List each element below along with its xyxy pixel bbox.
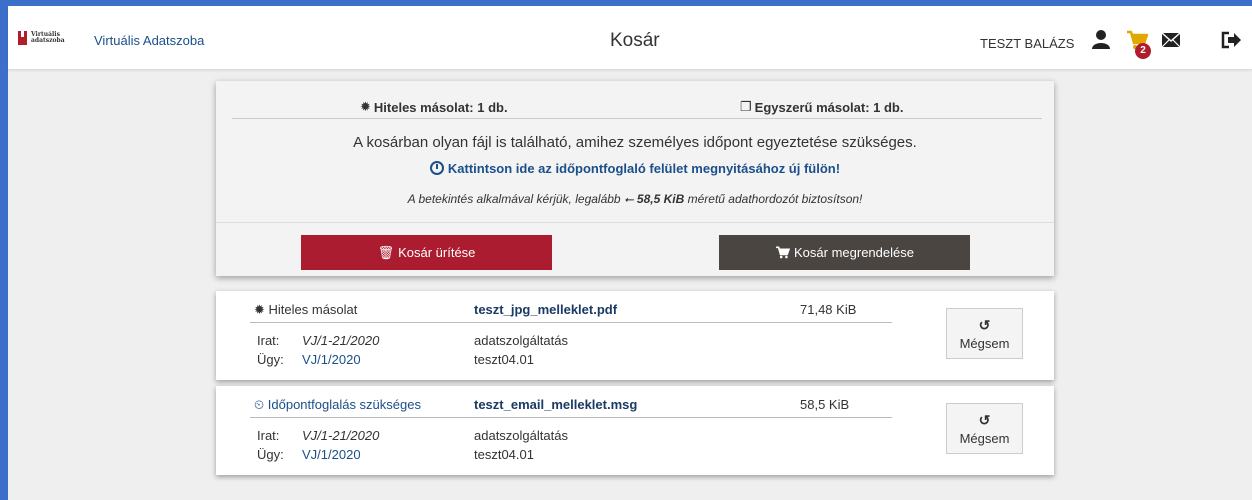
seal-icon: ✹: [360, 99, 371, 114]
item-description: adatszolgáltatás: [474, 333, 568, 348]
ugy-link[interactable]: VJ/1/2020: [302, 352, 361, 367]
irat-label: Irat:: [257, 333, 280, 348]
trash-icon: 🗑: [377, 244, 395, 260]
clock-icon: [429, 161, 444, 175]
undo-icon: ↺: [978, 316, 991, 333]
item-description: adatszolgáltatás: [474, 428, 568, 443]
ugy-link[interactable]: VJ/1/2020: [302, 447, 361, 462]
app-title-link[interactable]: Virtuális Adatszoba: [94, 33, 204, 48]
empty-cart-label: Kosár ürítése: [398, 245, 476, 260]
irat-label: Irat:: [257, 428, 280, 443]
top-navbar: Virtuális adatszoba Virtuális Adatszoba …: [8, 6, 1252, 70]
cancel-item-button[interactable]: ↺ Mégsem: [946, 308, 1023, 359]
user-name[interactable]: TESZT BALÁZS: [980, 36, 1074, 51]
item-file-name[interactable]: teszt_email_melleklet.msg: [474, 397, 637, 412]
app-frame: Virtuális adatszoba Virtuális Adatszoba …: [8, 6, 1252, 500]
booking-link-label[interactable]: Kattintson ide az időpontfoglaló felület…: [448, 161, 840, 176]
cancel-item-label: Mégsem: [959, 335, 1010, 351]
appointment-notice: A kosárban olyan fájl is található, amih…: [353, 134, 917, 151]
clock-icon: ⏲: [254, 397, 268, 412]
certified-copy-count: ✹ Hiteles másolat: 1 db.: [360, 99, 508, 115]
cancel-item-button[interactable]: ↺ Mégsem: [946, 403, 1023, 454]
divider: [216, 222, 1054, 223]
storage-hint: A betekintés alkalmával kérjük, legalább…: [216, 192, 1054, 207]
hint-size: 58,5 KiB: [636, 192, 685, 206]
undo-icon: ↺: [978, 411, 991, 428]
item-type: ✹ Hiteles másolat: [254, 302, 357, 318]
booking-link[interactable]: Kattintson ide az időpontfoglaló felület…: [216, 161, 1054, 176]
simple-copy-label: Egyszerű másolat: 1 db.: [754, 99, 904, 115]
divider: [250, 417, 892, 418]
hint-text-before: A betekintés alkalmával kérjük, legalább: [407, 192, 621, 206]
item-type[interactable]: ⏲ Időpontfoglalás szükséges: [254, 397, 421, 413]
hint-text-after: méretű adathordozót biztosítson!: [687, 192, 863, 206]
cancel-item-label: Mégsem: [959, 430, 1010, 446]
usb-icon: ⭠: [623, 192, 634, 206]
item-reference: teszt04.01: [474, 447, 534, 462]
item-type-label: Hiteles másolat: [268, 302, 358, 317]
user-icon[interactable]: [1091, 29, 1111, 49]
certified-copy-label: Hiteles másolat: 1 db.: [373, 99, 508, 115]
cart-item: ⏲ Időpontfoglalás szükséges teszt_email_…: [216, 386, 1054, 475]
item-reference: teszt04.01: [474, 352, 534, 367]
cart-count-badge[interactable]: 2: [1135, 43, 1151, 59]
logo-text: Virtuális adatszoba: [31, 31, 65, 44]
irat-value: VJ/1-21/2020: [302, 428, 380, 443]
copy-icon: ❐: [740, 99, 752, 114]
empty-cart-button[interactable]: 🗑 Kosár ürítése: [301, 235, 552, 270]
simple-copy-count: ❐ Egyszerű másolat: 1 db.: [740, 99, 903, 115]
logo-icon: [18, 31, 27, 45]
irat-value: VJ/1-21/2020: [302, 333, 380, 348]
divider: [250, 322, 892, 323]
item-type-label: Időpontfoglalás szükséges: [267, 397, 421, 412]
mail-icon[interactable]: [1161, 32, 1181, 48]
item-file-size: 71,48 KiB: [800, 302, 857, 317]
page-title: Kosár: [610, 30, 660, 51]
logout-icon[interactable]: [1220, 30, 1242, 50]
item-file-name[interactable]: teszt_jpg_melleklet.pdf: [474, 302, 617, 317]
order-cart-label: Kosár megrendelése: [794, 245, 914, 260]
cart-item: ✹ Hiteles másolat teszt_jpg_melleklet.pd…: [216, 291, 1054, 380]
cart-summary-card: ✹ Hiteles másolat: 1 db. ❐ Egyszerű máso…: [216, 81, 1054, 276]
divider: [232, 118, 1042, 119]
cart-icon: [776, 246, 791, 259]
seal-icon: ✹: [254, 302, 269, 317]
order-cart-button[interactable]: Kosár megrendelése: [719, 235, 970, 270]
item-file-size: 58,5 KiB: [800, 397, 850, 412]
ugy-label: Ügy:: [257, 352, 284, 367]
ugy-label: Ügy:: [257, 447, 284, 462]
logo[interactable]: Virtuális adatszoba: [18, 31, 65, 45]
